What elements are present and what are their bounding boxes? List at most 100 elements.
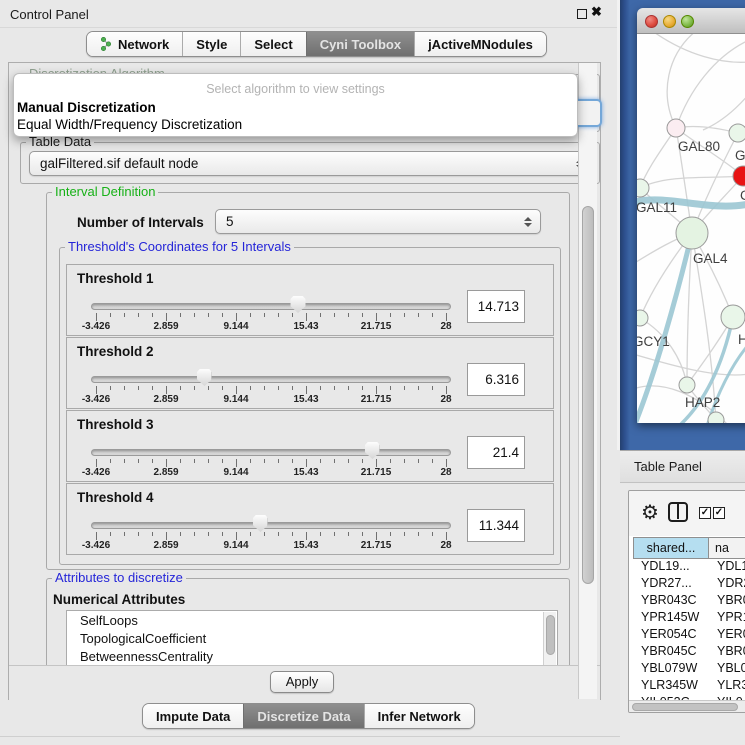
- table-row[interactable]: YLR345WYLR3: [633, 678, 745, 695]
- slider-tick-label: 9.144: [223, 467, 248, 478]
- slider-tick: [124, 313, 125, 317]
- panel-scrollbar[interactable]: [578, 63, 597, 699]
- table-row[interactable]: YBR045CYBR0: [633, 644, 745, 661]
- table-cell[interactable]: YBR0: [709, 644, 745, 661]
- column-header-name[interactable]: na: [709, 537, 745, 559]
- slider-tick: [376, 313, 377, 321]
- tab-impute-data[interactable]: Impute Data: [143, 704, 243, 728]
- close-traffic-light-icon[interactable]: [645, 15, 658, 28]
- slider-tick: [320, 386, 321, 390]
- node[interactable]: [729, 124, 745, 142]
- threshold-value-field[interactable]: 11.344: [467, 509, 525, 542]
- slider-tick: [278, 459, 279, 463]
- threshold-value-field[interactable]: 6.316: [467, 363, 525, 396]
- dropdown-option-manual[interactable]: Manual Discretization: [17, 100, 156, 115]
- hscrollbar-thumb[interactable]: [632, 703, 738, 711]
- float-window-icon[interactable]: [577, 9, 587, 19]
- table-cell[interactable]: YPR1: [709, 610, 745, 627]
- threshold-4-box: Threshold 4 -3.4262.8599.14415.4321.7152…: [66, 483, 554, 555]
- num-intervals-value: 5: [226, 214, 234, 229]
- table-rows: YDL19...YDL1YDR27...YDR2YBR043CYBR0YPR14…: [633, 559, 745, 701]
- table-cell[interactable]: YPR145W: [633, 610, 709, 627]
- slider-tick: [264, 313, 265, 317]
- slider-track[interactable]: [91, 376, 451, 383]
- network-desktop: GAL80 GA GAL11 C GAL4 GCY1 H HAP2: [620, 0, 745, 450]
- threshold-value-field[interactable]: 21.4: [467, 436, 525, 469]
- slider-tick: [166, 532, 167, 540]
- tab-cyni-toolbox[interactable]: Cyni Toolbox: [306, 32, 414, 56]
- slider-tick: [334, 386, 335, 390]
- tab-infer-network[interactable]: Infer Network: [364, 704, 474, 728]
- table-cell[interactable]: YLR3: [709, 678, 745, 695]
- network-window-titlebar[interactable]: [637, 8, 745, 34]
- table-row[interactable]: YBR043CYBR0: [633, 593, 745, 610]
- attribute-list-item[interactable]: SelfLoops: [67, 611, 557, 629]
- threshold-value-field[interactable]: 14.713: [467, 290, 525, 323]
- checkbox-checked-icon[interactable]: ✓: [699, 507, 711, 519]
- table-row[interactable]: YDL19...YDL1: [633, 559, 745, 576]
- list-scrollbar[interactable]: [543, 612, 556, 667]
- close-icon[interactable]: ✖: [591, 4, 602, 20]
- table-cell[interactable]: YLR345W: [633, 678, 709, 695]
- table-data-combobox[interactable]: galFiltered.sif default node: [29, 151, 593, 176]
- apply-button[interactable]: Apply: [270, 671, 334, 693]
- table-row[interactable]: YER054CYER0: [633, 627, 745, 644]
- slider-track[interactable]: [91, 449, 451, 456]
- tab-style[interactable]: Style: [182, 32, 240, 56]
- table-cell[interactable]: YDL1: [709, 559, 745, 576]
- node-gcy1[interactable]: [637, 310, 648, 326]
- scrollbar-thumb[interactable]: [582, 206, 594, 584]
- slider-tick-label: -3.426: [82, 467, 110, 478]
- num-intervals-spinner[interactable]: 5: [215, 209, 541, 234]
- tab-select[interactable]: Select: [240, 32, 305, 56]
- table-row[interactable]: YPR145WYPR1: [633, 610, 745, 627]
- checkbox-checked-icon[interactable]: ✓: [713, 507, 725, 519]
- slider-tick-label: 9.144: [223, 321, 248, 332]
- node-gal80[interactable]: [667, 119, 685, 137]
- slider-thumb[interactable]: [197, 369, 212, 386]
- table-row[interactable]: YDR27...YDR2: [633, 576, 745, 593]
- zoom-traffic-light-icon[interactable]: [681, 15, 694, 28]
- column-header-shared[interactable]: shared...: [633, 537, 709, 559]
- table-cell[interactable]: YDL19...: [633, 559, 709, 576]
- table-row[interactable]: YBL079WYBL0: [633, 661, 745, 678]
- slider-tick: [306, 459, 307, 467]
- slider-tick: [320, 532, 321, 536]
- slider-tick: [264, 532, 265, 536]
- slider-track[interactable]: [91, 522, 451, 529]
- tab-network[interactable]: Network: [87, 32, 182, 56]
- slider-tick-label: 2.859: [153, 467, 178, 478]
- dropdown-hint: Select algorithm to view settings: [14, 82, 577, 96]
- table-cell[interactable]: YBR043C: [633, 593, 709, 610]
- node[interactable]: [708, 412, 724, 423]
- node[interactable]: [721, 305, 745, 329]
- thresholds-group: Threshold's Coordinates for 5 Intervals …: [59, 247, 561, 565]
- tab-jactivemnodules[interactable]: jActiveMNodules: [414, 32, 546, 56]
- table-cell[interactable]: YDR2: [709, 576, 745, 593]
- slider-track[interactable]: [91, 303, 451, 310]
- slider-thumb[interactable]: [291, 296, 306, 313]
- attribute-list-item[interactable]: TopologicalCoefficient: [67, 629, 557, 647]
- table-cell[interactable]: YER054C: [633, 627, 709, 644]
- slider-tick: [278, 532, 279, 536]
- split-columns-icon[interactable]: [668, 502, 688, 522]
- table-cell[interactable]: YBL0: [709, 661, 745, 678]
- gear-icon[interactable]: ⚙: [641, 500, 659, 525]
- table-cell[interactable]: YBL079W: [633, 661, 709, 678]
- slider-thumb[interactable]: [253, 515, 268, 532]
- minimize-traffic-light-icon[interactable]: [663, 15, 676, 28]
- node-gal4[interactable]: [676, 217, 708, 249]
- slider-tick: [320, 459, 321, 463]
- node-hap2[interactable]: [679, 377, 695, 393]
- table-cell[interactable]: YDR27...: [633, 576, 709, 593]
- dropdown-option-equal-width[interactable]: Equal Width/Frequency Discretization: [17, 117, 242, 132]
- tab-discretize-data[interactable]: Discretize Data: [243, 704, 363, 728]
- table-cell[interactable]: YBR0: [709, 593, 745, 610]
- table-hscrollbar[interactable]: [629, 700, 745, 712]
- table-cell[interactable]: YER0: [709, 627, 745, 644]
- network-canvas[interactable]: GAL80 GA GAL11 C GAL4 GCY1 H HAP2: [637, 34, 745, 423]
- slider-thumb[interactable]: [365, 442, 380, 459]
- attribute-list-item[interactable]: BetweennessCentrality: [67, 647, 557, 665]
- table-cell[interactable]: YBR045C: [633, 644, 709, 661]
- slider-tick: [222, 532, 223, 536]
